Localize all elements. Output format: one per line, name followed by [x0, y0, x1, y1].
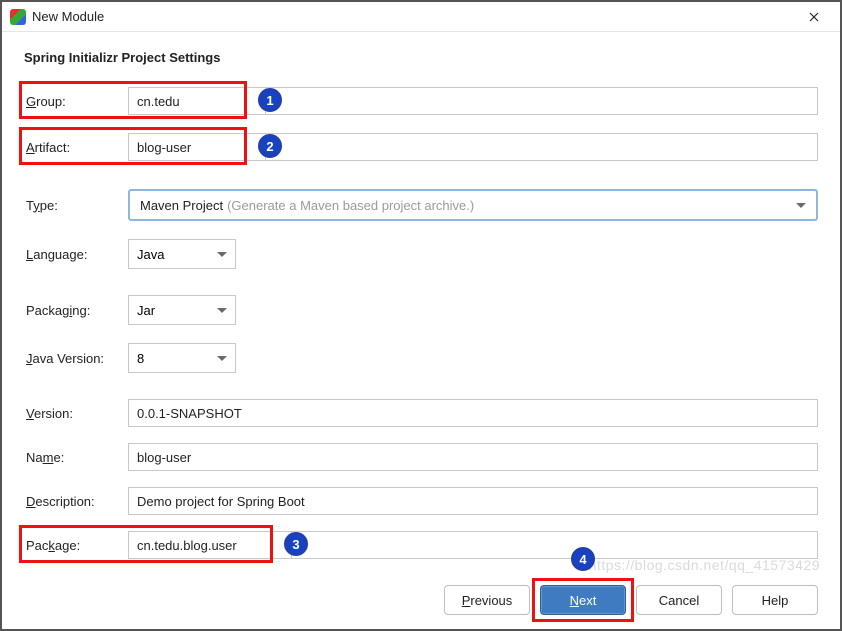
titlebar: New Module	[2, 2, 840, 32]
watermark: https://blog.csdn.net/qq_41573429	[589, 557, 820, 573]
label-version: Version:	[24, 402, 128, 425]
close-button[interactable]	[796, 3, 832, 31]
dialog-window: New Module Spring Initializr Project Set…	[0, 0, 842, 631]
next-button[interactable]: Next	[540, 585, 626, 615]
close-icon	[809, 12, 819, 22]
label-type: Type:	[24, 194, 128, 217]
name-input[interactable]	[128, 443, 818, 471]
footer: Previous Next 4 Cancel Help	[444, 585, 818, 615]
content: Spring Initializr Project Settings Group…	[2, 32, 840, 559]
intellij-icon	[10, 9, 26, 25]
row-packaging: Packaging: Jar	[24, 295, 818, 325]
type-hint: (Generate a Maven based project archive.…	[227, 198, 796, 213]
javaversion-value: 8	[137, 351, 144, 366]
row-type: Type: Maven Project (Generate a Maven ba…	[24, 189, 818, 221]
type-value: Maven Project	[140, 198, 223, 213]
package-input[interactable]	[128, 531, 292, 559]
chevron-down-icon	[217, 308, 227, 313]
row-description: Description:	[24, 487, 818, 515]
artifact-input-ext[interactable]	[266, 133, 818, 161]
label-name: Name:	[24, 446, 128, 469]
help-button[interactable]: Help	[732, 585, 818, 615]
javaversion-select[interactable]: 8	[128, 343, 236, 373]
label-language: Language:	[24, 243, 128, 266]
language-value: Java	[137, 247, 164, 262]
row-version: Version:	[24, 399, 818, 427]
row-javaversion: Java Version: 8	[24, 343, 818, 373]
window-title: New Module	[32, 9, 796, 24]
chevron-down-icon	[217, 356, 227, 361]
label-group: Group:	[24, 90, 128, 113]
label-package: Package:	[24, 534, 128, 557]
label-description: Description:	[24, 490, 128, 513]
package-input-ext[interactable]	[292, 531, 818, 559]
row-package: Package: 3	[24, 531, 818, 559]
row-group: Group: 1	[24, 87, 818, 115]
row-artifact: Artifact: 2	[24, 133, 818, 161]
description-input[interactable]	[128, 487, 818, 515]
packaging-value: Jar	[137, 303, 155, 318]
group-input-ext[interactable]	[266, 87, 818, 115]
previous-button[interactable]: Previous	[444, 585, 530, 615]
packaging-select[interactable]: Jar	[128, 295, 236, 325]
type-select[interactable]: Maven Project (Generate a Maven based pr…	[128, 189, 818, 221]
chevron-down-icon	[217, 252, 227, 257]
chevron-down-icon	[796, 203, 806, 208]
group-input[interactable]	[128, 87, 266, 115]
artifact-input[interactable]	[128, 133, 266, 161]
row-name: Name:	[24, 443, 818, 471]
language-select[interactable]: Java	[128, 239, 236, 269]
label-packaging: Packaging:	[24, 299, 128, 322]
label-artifact: Artifact:	[24, 136, 128, 159]
cancel-button[interactable]: Cancel	[636, 585, 722, 615]
version-input[interactable]	[128, 399, 818, 427]
page-title: Spring Initializr Project Settings	[24, 50, 818, 65]
row-language: Language: Java	[24, 239, 818, 269]
label-javaversion: Java Version:	[24, 347, 128, 370]
